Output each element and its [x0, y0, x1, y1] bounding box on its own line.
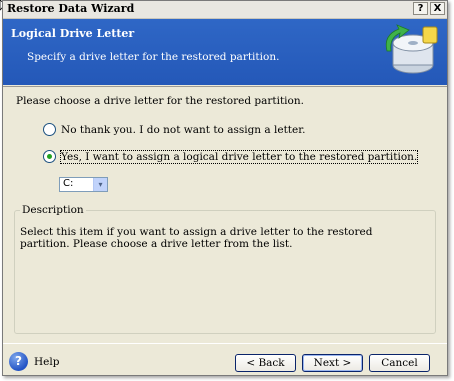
description-text: Select this item if you want to assign a… — [20, 226, 373, 250]
close-button[interactable]: X — [430, 2, 445, 15]
option-assign-letter[interactable]: Yes, I want to assign a logical drive le… — [43, 149, 419, 164]
description-legend: Description — [22, 204, 84, 216]
option-no-letter-label[interactable]: No thank you. I do not want to assign a … — [61, 124, 305, 136]
drive-letter-prompt: Please choose a drive letter for the res… — [16, 95, 304, 107]
wizard-footer: ? Help < Back Next > Cancel — [3, 343, 447, 377]
title-bar: Restore Data Wizard ? X — [3, 1, 447, 19]
description-group: Description Select this item if you want… — [14, 204, 436, 334]
radio-assign-letter[interactable] — [43, 150, 56, 163]
page-subtitle: Specify a drive letter for the restored … — [27, 51, 280, 63]
option-assign-letter-label[interactable]: Yes, I want to assign a logical drive le… — [59, 149, 419, 164]
window-title: Restore Data Wizard — [7, 2, 135, 15]
help-title-button[interactable]: ? — [413, 2, 428, 15]
wizard-window: Restore Data Wizard ? X Logical Drive Le… — [2, 0, 448, 376]
disk-restore-icon — [385, 24, 438, 74]
option-no-letter[interactable]: No thank you. I do not want to assign a … — [43, 123, 305, 136]
drive-letter-value: C: — [63, 178, 74, 189]
cancel-button[interactable]: Cancel — [369, 354, 430, 372]
wizard-header: Logical Drive Letter Specify a drive let… — [3, 19, 447, 85]
radio-no-letter[interactable] — [43, 123, 56, 136]
wizard-content: Please choose a drive letter for the res… — [3, 86, 447, 343]
help-icon[interactable]: ? — [9, 352, 28, 371]
page-title: Logical Drive Letter — [11, 27, 135, 40]
chevron-down-icon[interactable]: ▾ — [93, 178, 107, 191]
back-button[interactable]: < Back — [235, 354, 296, 372]
help-link[interactable]: Help — [34, 356, 59, 368]
next-button[interactable]: Next > — [302, 354, 363, 372]
drive-letter-select[interactable]: C: ▾ — [59, 177, 108, 192]
